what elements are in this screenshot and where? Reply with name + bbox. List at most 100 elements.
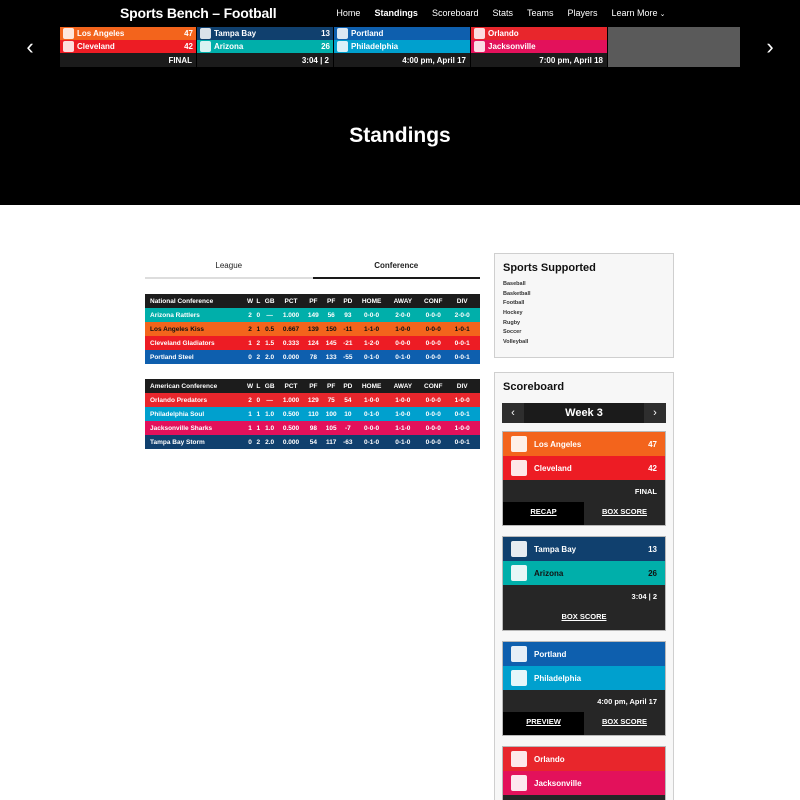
table-row[interactable]: Portland Steel 0 2 2.0 0.000 78 133 -55 0-1-0 0-1… xyxy=(145,350,480,364)
column-header: PF xyxy=(304,379,323,393)
stat-cell: 1.0 xyxy=(265,410,275,418)
page-title: Standings xyxy=(349,124,451,147)
stat-cell: — xyxy=(266,396,273,404)
stat-cell: 2-0-0 xyxy=(454,311,470,319)
list-item: Soccer xyxy=(503,329,522,336)
stat-cell: 0.000 xyxy=(282,438,300,446)
column-header: HOME xyxy=(355,379,388,393)
stat-cell: 1-1-0 xyxy=(363,325,380,333)
stat-cell: 1-0-0 xyxy=(395,396,411,404)
stat-cell: 0.000 xyxy=(282,353,300,361)
table-row[interactable]: Tampa Bay Storm 0 2 2.0 0.000 54 117 -63 0-1-0 0-… xyxy=(145,435,480,449)
ticker-game[interactable]: Portland Philadelphia 4:00 pm, April 17 xyxy=(334,27,471,67)
stat-cell: 0-0-0 xyxy=(395,339,411,347)
tab-league[interactable]: League xyxy=(145,255,313,279)
stat-cell: 0.500 xyxy=(282,424,300,432)
ticker-prev-icon[interactable]: ‹ xyxy=(0,27,60,67)
stat-cell: 133 xyxy=(325,353,337,361)
ticker-next-icon[interactable]: › xyxy=(740,27,800,67)
list-item: Hockey xyxy=(503,309,523,316)
ticker-team-name: Cleveland xyxy=(77,42,115,51)
stat-cell: 1-0-0 xyxy=(363,396,380,404)
scoreboard-team-name: Orlando xyxy=(534,754,565,764)
tab-conference[interactable]: Conference xyxy=(312,255,480,279)
nav-links: Home Standings Scoreboard Stats Teams Players… xyxy=(336,8,665,18)
scoreboard-team-row: Orlando xyxy=(503,747,665,772)
column-header: HOME xyxy=(355,294,388,308)
scoreboard-team-score: 42 xyxy=(648,463,657,473)
nav-link-learn-more[interactable]: Learn More ⌄ xyxy=(612,8,666,18)
week-next-icon[interactable]: › xyxy=(644,403,666,424)
stat-cell: 100 xyxy=(325,410,337,418)
score-ticker: ‹ Los Angeles 47 Cleveland 42 FINAL Tampa Bay… xyxy=(0,27,800,67)
standings-column: League Conference National Conference W L GB… xyxy=(145,253,480,800)
column-header: PD xyxy=(340,379,356,393)
box-score-link[interactable]: BOX SCORE xyxy=(584,712,665,735)
stat-cell: 98 xyxy=(309,424,317,432)
ticker-team-row: Portland xyxy=(334,27,470,40)
stat-cell: 0-0-0 xyxy=(425,339,441,347)
ticker-team-name: Jacksonville xyxy=(488,42,536,51)
stat-cell: 2 xyxy=(248,311,252,319)
nav-link-home[interactable]: Home xyxy=(336,8,360,18)
stat-cell: 0-0-0 xyxy=(425,410,441,418)
nav-link-scoreboard[interactable]: Scoreboard xyxy=(432,8,479,18)
team-logo-icon xyxy=(474,28,485,39)
week-prev-icon[interactable]: ‹ xyxy=(502,403,524,424)
stat-cell: 0-0-0 xyxy=(425,438,441,446)
stat-cell: 117 xyxy=(325,438,337,446)
scoreboard-team-row: Tampa Bay 13 xyxy=(503,537,665,562)
scoreboard-team-name: Arizona xyxy=(534,568,564,578)
table-row[interactable]: Los Angeles Kiss 2 1 0.5 0.667 139 150 -11 1-1-0… xyxy=(145,322,480,336)
scoreboard-team-row: Los Angeles 47 xyxy=(503,432,665,457)
table-row[interactable]: Orlando Predators 2 0—1.000 129 75 54 1-0-0 1-0… xyxy=(145,393,480,407)
team-logo-icon xyxy=(200,28,211,39)
stat-cell: 0-1-0 xyxy=(363,410,380,418)
top-navigation-bar: Sports Bench – Football Home Standings Sco… xyxy=(0,0,800,26)
recap-link[interactable]: RECAP xyxy=(503,502,584,526)
column-header: W xyxy=(245,294,256,308)
nav-link-teams[interactable]: Teams xyxy=(527,8,554,18)
scoreboard-team-name: Los Angeles xyxy=(534,439,582,449)
stat-cell: 0-0-1 xyxy=(454,353,470,361)
scoreboard-game-status: 4:00 pm, April 17 xyxy=(503,690,665,713)
ticker-game[interactable]: Los Angeles 47 Cleveland 42 FINAL xyxy=(60,27,197,67)
table-row[interactable]: Cleveland Gladiators 1 2 1.5 0.333 124 145 -21 1… xyxy=(145,336,480,350)
nav-link-stats[interactable]: Stats xyxy=(492,8,513,18)
column-header: PCT xyxy=(277,379,305,393)
table-row[interactable]: Jacksonville Sharks 1 1 1.0 0.500 98 105 -7 0-0-… xyxy=(145,421,480,435)
stat-cell: 0 xyxy=(248,438,252,446)
stat-cell: 75 xyxy=(327,396,335,404)
table-row[interactable]: Philadelphia Soul 1 1 1.0 0.500 110 100 10 0-1-0… xyxy=(145,407,480,421)
ticker-team-name: Philadelphia xyxy=(351,42,399,51)
stat-cell: 124 xyxy=(307,339,319,347)
scoreboard-team-name: Tampa Bay xyxy=(534,544,577,554)
sports-supported-list: Baseball Basketball Football Hockey Rugby Soc… xyxy=(495,278,673,357)
team-name-cell: Tampa Bay Storm xyxy=(150,438,205,446)
table-row[interactable]: Arizona Rattlers 2 0—1.000 149 56 93 0-0-0 2-0-… xyxy=(145,308,480,322)
stat-cell: 1-0-1 xyxy=(454,325,470,333)
box-score-link[interactable]: BOX SCORE xyxy=(503,607,665,630)
stat-cell: 0-0-0 xyxy=(363,311,380,319)
ticker-team-name: Tampa Bay xyxy=(214,29,257,38)
ticker-team-name: Portland xyxy=(351,29,384,38)
stat-cell: 1-0-0 xyxy=(395,325,411,333)
scoreboard-team-name: Portland xyxy=(534,649,567,659)
ticker-team-row: Orlando xyxy=(471,27,607,40)
preview-link[interactable]: PREVIEW xyxy=(503,712,584,736)
stat-cell: 0.333 xyxy=(282,339,300,347)
scoreboard-game-status: 3:04 | 2 xyxy=(503,585,665,608)
ticker-game[interactable]: Orlando Jacksonville 7:00 pm, April 18 xyxy=(471,27,608,67)
box-score-link[interactable]: BOX SCORE xyxy=(584,502,665,525)
list-item: Basketball xyxy=(503,290,531,297)
ticker-game[interactable]: Tampa Bay 13 Arizona 26 3:04 | 2 xyxy=(197,27,334,67)
ticker-team-score: 47 xyxy=(184,29,193,38)
scoreboard-team-score: 26 xyxy=(648,568,657,578)
nav-link-standings[interactable]: Standings xyxy=(374,8,418,18)
stat-cell: -63 xyxy=(343,438,353,446)
ticker-empty-slot xyxy=(608,27,740,67)
stat-cell: 0.500 xyxy=(282,410,300,418)
stat-cell: 0.667 xyxy=(282,325,300,333)
nav-link-players[interactable]: Players xyxy=(568,8,598,18)
scoreboard-team-row: Arizona 26 xyxy=(503,561,665,586)
